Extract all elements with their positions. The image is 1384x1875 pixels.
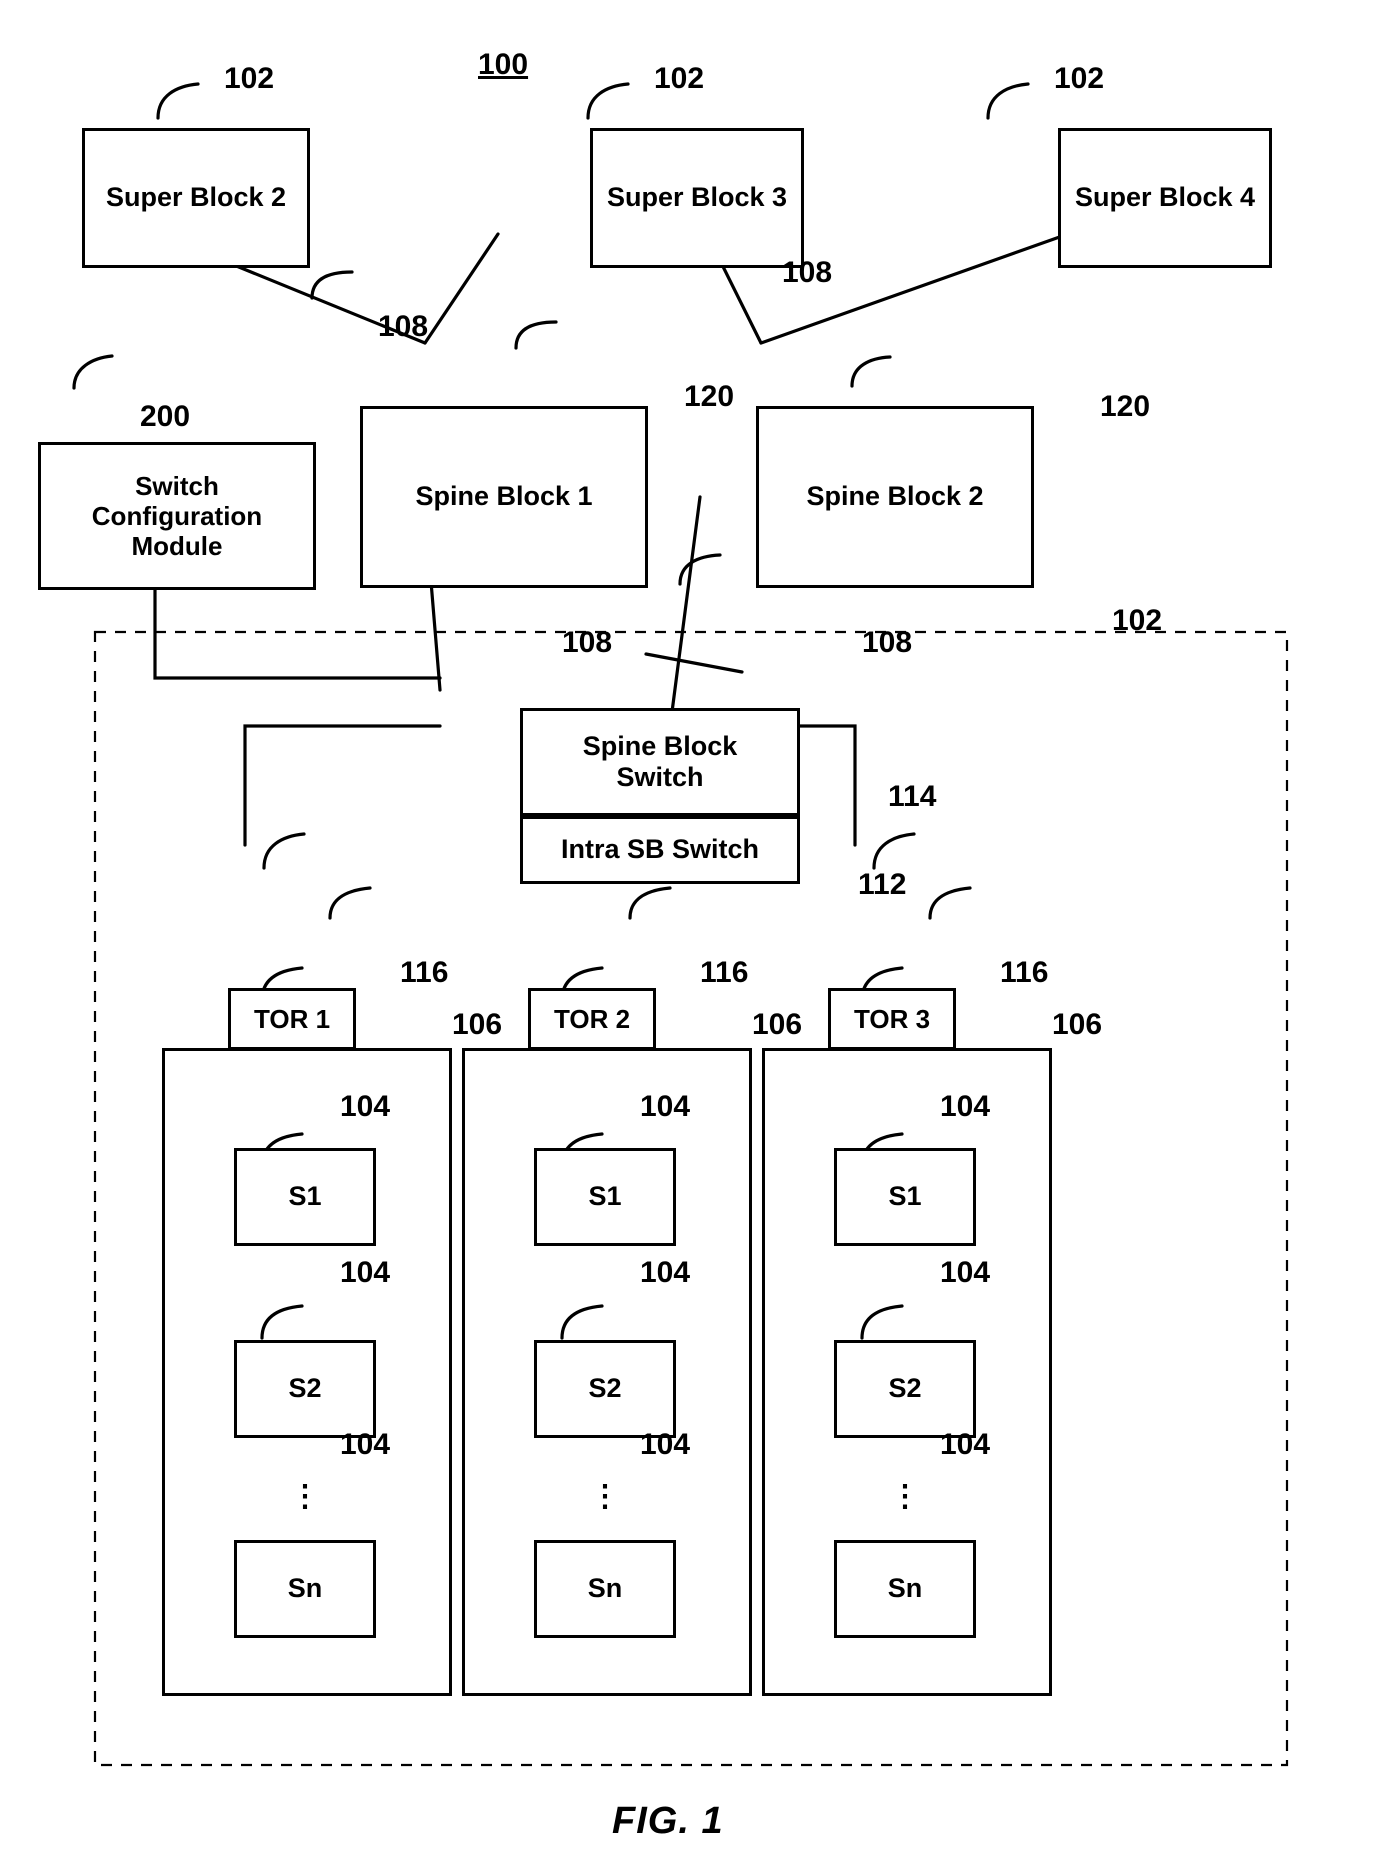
intra-sb-switch-label: Intra SB Switch <box>560 834 760 865</box>
leader-120-spine1 <box>514 320 558 350</box>
leader-106-rack3 <box>928 886 972 920</box>
ref-200-scm: 200 <box>140 400 191 433</box>
ref-120-spine-block-1: 120 <box>684 380 735 413</box>
server-r2-s2-label: S2 <box>588 1373 622 1404</box>
spine-block-2-label: Spine Block 2 <box>806 481 984 512</box>
leader-120-spine2 <box>850 355 892 388</box>
tor-3-label: TOR 3 <box>853 1003 931 1034</box>
leader-102-sb4 <box>986 82 1030 120</box>
server-r1-s1-label: S1 <box>288 1181 322 1212</box>
server-r2-sn-label: Sn <box>587 1573 623 1604</box>
ref-104-r3-s2: 104 <box>940 1256 991 1289</box>
ref-104-r3-s1: 104 <box>940 1090 991 1123</box>
server-r3-sn-label: Sn <box>887 1573 923 1604</box>
ref-116-tor-3: 116 <box>1000 956 1049 989</box>
ref-108-spine2-down: 108 <box>862 626 913 659</box>
server-r3-s2-label: S2 <box>888 1373 922 1404</box>
leader-102-sb3 <box>586 82 630 120</box>
leader-200-scm <box>72 354 114 390</box>
super-block-4-label: Super Block 4 <box>1074 182 1256 213</box>
spine-block-switch-label-line2: Switch <box>616 762 704 792</box>
spine-block-1[interactable]: Spine Block 1 <box>360 406 648 588</box>
spine-block-switch[interactable]: Spine Block Switch <box>520 708 800 816</box>
leader-108-left <box>310 270 354 300</box>
ref-116-tor-2: 116 <box>700 956 749 989</box>
intra-sb-switch[interactable]: Intra SB Switch <box>520 816 800 884</box>
super-block-3[interactable]: Super Block 3 <box>590 128 804 268</box>
ref-108-mid-uplink: 108 <box>782 256 833 289</box>
server-r1-sn[interactable]: Sn <box>234 1540 376 1638</box>
ref-114-spine-block-switch: 114 <box>888 780 937 813</box>
leader-116-tor1 <box>262 832 306 870</box>
leader-108-spine2-down <box>678 553 722 586</box>
ref-104-r1-s1: 104 <box>340 1090 391 1123</box>
spine-block-2[interactable]: Spine Block 2 <box>756 406 1034 588</box>
ref-104-r3-sn: 104 <box>940 1428 991 1461</box>
ref-112-intra-sb-switch: 112 <box>858 868 907 901</box>
ref-104-r1-sn: 104 <box>340 1428 391 1461</box>
switch-configuration-module[interactable]: Switch Configuration Module <box>38 442 316 590</box>
ref-106-rack-3: 106 <box>1052 1008 1103 1041</box>
spine-block-switch-label-line1: Spine Block <box>582 730 738 761</box>
figure-canvas: 100 Super Block 2 102 Super Block 3 102 … <box>0 0 1384 1875</box>
tor-2-label: TOR 2 <box>553 1003 631 1034</box>
scm-label-line2: Configuration <box>91 500 263 531</box>
super-block-2[interactable]: Super Block 2 <box>82 128 310 268</box>
ellipsis-rack-1: ⋮ <box>290 1480 320 1513</box>
leader-102-sb2 <box>156 82 200 120</box>
tor-1[interactable]: TOR 1 <box>228 988 356 1050</box>
ref-104-r1-s2: 104 <box>340 1256 391 1289</box>
tor-1-label: TOR 1 <box>253 1003 331 1034</box>
ref-106-rack-2: 106 <box>752 1008 803 1041</box>
leader-114 <box>644 652 744 674</box>
leader-116-tor3 <box>872 832 916 870</box>
link-sb3-spine1 <box>423 232 500 345</box>
server-r3-s2[interactable]: S2 <box>834 1340 976 1438</box>
server-r3-s1-label: S1 <box>888 1181 922 1212</box>
server-r2-s1[interactable]: S1 <box>534 1148 676 1246</box>
super-block-4[interactable]: Super Block 4 <box>1058 128 1272 268</box>
server-r3-s1[interactable]: S1 <box>834 1148 976 1246</box>
ref-104-r2-sn: 104 <box>640 1428 691 1461</box>
server-r1-sn-label: Sn <box>287 1573 323 1604</box>
link-intrasb-tor1 <box>243 724 442 847</box>
server-r1-s2[interactable]: S2 <box>234 1340 376 1438</box>
server-r2-sn[interactable]: Sn <box>534 1540 676 1638</box>
leader-106-rack1 <box>328 886 372 920</box>
ref-104-r2-s2: 104 <box>640 1256 691 1289</box>
ref-104-r2-s1: 104 <box>640 1090 691 1123</box>
leader-106-rack2 <box>628 886 672 920</box>
ref-108-spine1-down: 108 <box>562 626 613 659</box>
server-r2-s2[interactable]: S2 <box>534 1340 676 1438</box>
tor-2[interactable]: TOR 2 <box>528 988 656 1050</box>
tor-3[interactable]: TOR 3 <box>828 988 956 1050</box>
figure-caption: FIG. 1 <box>612 1800 724 1842</box>
spine-block-1-label: Spine Block 1 <box>415 481 593 512</box>
ref-102-super-block-detail: 102 <box>1112 604 1163 637</box>
server-r1-s1[interactable]: S1 <box>234 1148 376 1246</box>
ref-102-super-block-4: 102 <box>1054 62 1105 95</box>
ref-102-super-block-3: 102 <box>654 62 705 95</box>
ref-116-tor-1: 116 <box>400 956 449 989</box>
server-r2-s1-label: S1 <box>588 1181 622 1212</box>
server-r3-sn[interactable]: Sn <box>834 1540 976 1638</box>
scm-label-line3: Module <box>131 531 223 562</box>
super-block-3-label: Super Block 3 <box>606 182 788 213</box>
ref-120-spine-block-2: 120 <box>1100 390 1151 423</box>
ellipsis-rack-3: ⋮ <box>890 1480 920 1513</box>
scm-label-line1: Switch <box>135 470 219 501</box>
server-r1-s2-label: S2 <box>288 1373 322 1404</box>
link-spine2-sbswitch <box>670 495 702 714</box>
figure-number: 100 <box>478 48 529 81</box>
ref-106-rack-1: 106 <box>452 1008 503 1041</box>
ref-102-super-block-2: 102 <box>224 62 275 95</box>
ellipsis-rack-2: ⋮ <box>590 1480 620 1513</box>
ref-108-left-uplink: 108 <box>378 310 429 343</box>
super-block-2-label: Super Block 2 <box>105 182 287 213</box>
